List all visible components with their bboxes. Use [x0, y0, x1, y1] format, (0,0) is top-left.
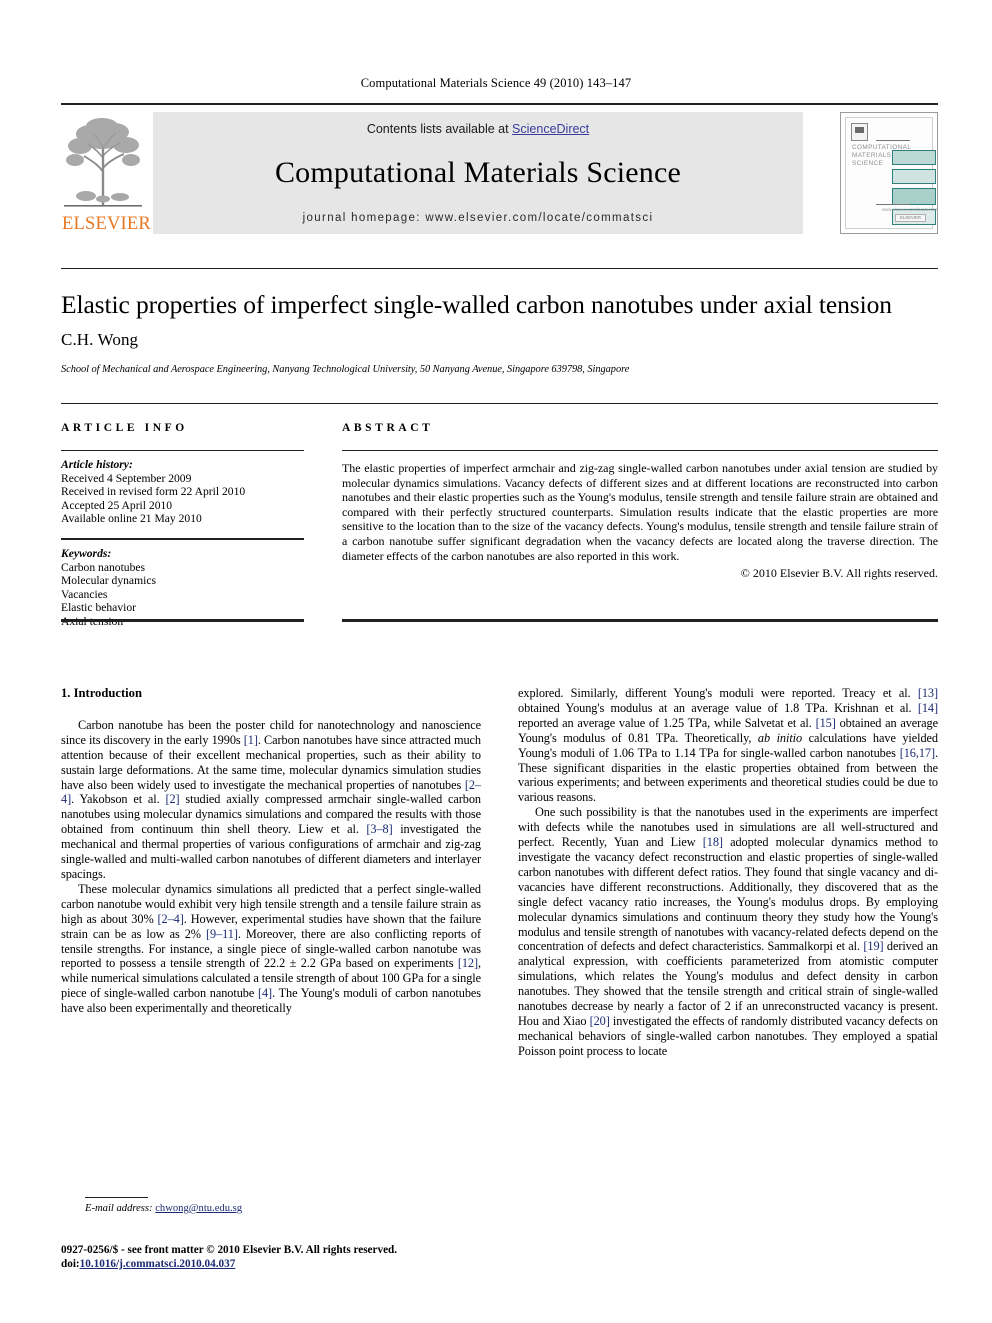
abstract-column: ABSTRACT The elastic properties of imper…	[342, 403, 938, 581]
title-separator-rule	[61, 268, 938, 269]
citation-ref[interactable]: [12]	[458, 956, 478, 970]
citation-ref[interactable]: [19]	[863, 939, 883, 953]
cover-figure	[892, 188, 936, 205]
cover-footer-text: www.elsevier.com/locate/commatsci	[882, 207, 938, 212]
body-column-right: explored. Similarly, different Young's m…	[518, 686, 938, 1059]
footer-doi: doi:10.1016/j.commatsci.2010.04.037	[61, 1257, 501, 1271]
footnote-rule	[85, 1197, 148, 1198]
article-history: Article history: Received 4 September 20…	[61, 458, 304, 526]
abstract-bottom-rule	[342, 619, 938, 622]
citation-ref[interactable]: [20]	[590, 1014, 610, 1028]
email-link[interactable]: chwong@ntu.edu.sg	[155, 1203, 242, 1214]
keyword-item: Molecular dynamics	[61, 574, 156, 588]
history-item: Available online 21 May 2010	[61, 512, 202, 526]
keyword-item: Carbon nanotubes	[61, 560, 146, 574]
citation-ref[interactable]: [9–11]	[206, 927, 238, 941]
author-name: C.H. Wong	[61, 330, 139, 349]
body-paragraph: Carbon nanotube has been the poster chil…	[61, 717, 481, 881]
section-heading-introduction: 1. Introduction	[61, 686, 142, 700]
citation-ref[interactable]: [2–4]	[61, 778, 481, 807]
info-abstract-block: ARTICLE INFO Article history: Received 4…	[61, 403, 938, 638]
cover-inner-frame: COMPUTATIONAL MATERIALS SCIENCE www.else…	[845, 117, 937, 229]
cover-rule-top	[876, 140, 910, 141]
cover-figure	[892, 150, 936, 165]
journal-masthead: ELSEVIER Contents lists available at Sci…	[61, 103, 938, 236]
running-head: Computational Materials Science 49 (2010…	[360, 76, 632, 90]
contents-prefix: Contents lists available at	[366, 122, 513, 136]
journal-title: Computational Materials Science	[274, 156, 682, 189]
citation-ref[interactable]: [1]	[244, 733, 258, 747]
abstract-text: The elastic properties of imperfect armc…	[342, 461, 938, 563]
cover-footer: www.elsevier.com/locate/commatsci ELSEVI…	[882, 207, 937, 222]
paper-page: Computational Materials Science 49 (2010…	[0, 0, 992, 1323]
citation-ref[interactable]: [2]	[165, 792, 179, 806]
keywords-rule	[61, 537, 304, 540]
history-item: Accepted 25 April 2010	[61, 498, 173, 512]
citation-ref[interactable]: [13]	[918, 686, 938, 700]
article-info-rule	[61, 450, 304, 451]
body-paragraph: One such possibility is that the nanotub…	[518, 805, 938, 1058]
history-item: Received in revised form 22 April 2010	[61, 485, 246, 499]
doi-label: doi:	[61, 1258, 80, 1270]
elsevier-logo: ELSEVIER	[62, 110, 151, 234]
cover-footer-badge: ELSEVIER	[894, 214, 926, 222]
citation-ref[interactable]: [3–8]	[366, 822, 392, 836]
citation-ref[interactable]: [14]	[918, 701, 938, 715]
elsevier-wordmark: ELSEVIER	[62, 214, 151, 234]
keywords-block: Keywords: Carbon nanotubes Molecular dyn…	[61, 547, 304, 629]
article-info-heading: ARTICLE INFO	[61, 422, 188, 434]
contents-line: Contents lists available at ScienceDirec…	[153, 122, 803, 136]
author-affiliation: School of Mechanical and Aerospace Engin…	[61, 364, 630, 375]
keyword-item: Vacancies	[61, 587, 108, 601]
footer-frontmatter: 0927-0256/$ - see front matter © 2010 El…	[61, 1244, 398, 1256]
citation-ref[interactable]: [18]	[703, 835, 723, 849]
history-item: Received 4 September 2009	[61, 471, 192, 485]
journal-banner: Contents lists available at ScienceDirec…	[153, 112, 803, 234]
info-bottom-rule	[61, 619, 304, 622]
article-history-label: Article history:	[61, 458, 133, 471]
keyword-item: Elastic behavior	[61, 601, 137, 615]
abstract-heading: ABSTRACT	[342, 422, 434, 434]
abstract-copyright: © 2010 Elsevier B.V. All rights reserved…	[740, 566, 938, 581]
journal-homepage[interactable]: journal homepage: www.elsevier.com/locat…	[153, 212, 803, 224]
cover-rule-bottom	[876, 204, 910, 205]
doi-link[interactable]: 10.1016/j.commatsci.2010.04.037	[80, 1258, 236, 1270]
citation-ref[interactable]: [16,17]	[900, 746, 935, 760]
abstract-rule	[342, 450, 938, 451]
body-column-left: 1. Introduction Carbon nanotube has been…	[61, 686, 481, 1016]
citation-ref[interactable]: [4]	[258, 986, 272, 1000]
footnote-email: E-mail address: chwong@ntu.edu.sg	[85, 1203, 242, 1214]
masthead-top-rule	[61, 103, 938, 105]
body-paragraph: explored. Similarly, different Young's m…	[518, 686, 939, 805]
citation-ref[interactable]: [2–4]	[158, 912, 184, 926]
body-paragraph: These molecular dynamics simulations all…	[61, 881, 481, 1016]
citation-ref[interactable]: [15]	[816, 716, 836, 730]
article-info-column: ARTICLE INFO Article history: Received 4…	[61, 403, 304, 629]
cover-publisher-badge-icon	[851, 123, 868, 141]
keywords-label: Keywords:	[61, 546, 112, 560]
sciencedirect-link[interactable]: ScienceDirect	[512, 122, 589, 136]
journal-cover-thumbnail[interactable]: COMPUTATIONAL MATERIALS SCIENCE www.else…	[840, 112, 938, 234]
page-footer: 0927-0256/$ - see front matter © 2010 El…	[61, 1243, 501, 1271]
footnote-label: E-mail address:	[85, 1203, 153, 1214]
elsevier-tree-icon	[64, 118, 142, 207]
article-title: Elastic properties of imperfect single-w…	[61, 290, 892, 319]
cover-figure	[892, 169, 936, 184]
